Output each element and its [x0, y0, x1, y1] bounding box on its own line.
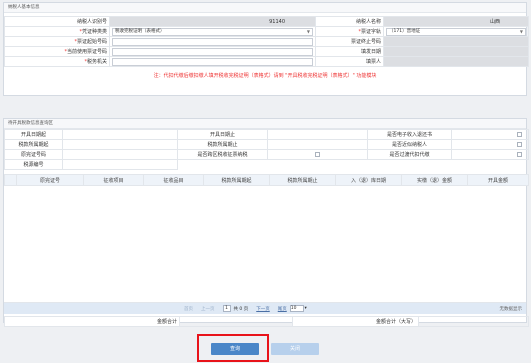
is-e-ticket-label: 是否电子收入退还书	[367, 129, 452, 140]
is-e-ticket-cell	[451, 129, 529, 140]
grid-header: 征收品目	[143, 174, 204, 186]
taxpayer-name-label: 纳税人名称	[315, 16, 384, 27]
grid-body	[4, 186, 526, 303]
grid-header-index	[4, 174, 17, 186]
voucher-type-select[interactable]: 税收完税证明（表格式） ▼	[112, 27, 313, 36]
query-empty	[178, 160, 529, 170]
tax-form-label: 税源编号	[4, 159, 63, 170]
cross-region-label: 是否跨区税收征票纳税	[177, 149, 268, 160]
current-no-cell	[109, 46, 316, 57]
open-end-input[interactable]	[267, 129, 368, 140]
start-no-cell	[109, 36, 316, 47]
is-agent-label: 是否近似纳税人	[367, 139, 452, 150]
grid-header: 实缴（退）金额	[401, 174, 468, 186]
grid-header: 入（退）库日期	[335, 174, 402, 186]
pager-no-data: 无数据显示	[499, 306, 523, 312]
is-agent-cell	[451, 139, 529, 150]
pager: 首页 上一页 1 共 0 页 下一页 尾页 10 ▾ 无数据显示	[4, 303, 526, 314]
current-no-label: *当前使用票证号码	[4, 46, 110, 57]
period-end-input[interactable]	[267, 139, 368, 150]
voucher-type-cell: 税收完税证明（表格式） ▼	[109, 26, 316, 37]
totals-table: 金额合计 金额合计（大写）	[4, 316, 529, 327]
pager-page-input[interactable]: 1	[222, 305, 231, 312]
basic-info-panel: 纳税人基本信息 纳税人识别号 91140 纳税人名称 山西 *凭证种类类 税收完…	[3, 2, 529, 96]
ticket-type-select[interactable]: （171）晋地证 ▼	[386, 27, 526, 36]
cross-region-cell	[267, 149, 368, 160]
cross-region-checkbox[interactable]	[315, 151, 320, 157]
query-title: 待开具税款信息查询区	[4, 119, 526, 129]
chevron-down-icon: ▼	[519, 28, 523, 34]
period-start-input[interactable]	[62, 139, 178, 150]
pager-next[interactable]: 下一页	[256, 306, 270, 312]
result-grid: 原完证号 征收项目 征收品目 税款所属期起 税款所属期止 入（退）库日期 实缴（…	[4, 174, 529, 186]
grid-header: 税款所属期止	[269, 174, 336, 186]
sum-value	[179, 316, 293, 327]
current-no-input[interactable]	[112, 47, 313, 56]
fill-date-value	[383, 46, 529, 57]
voucher-no-label: 原完证号码	[4, 149, 63, 160]
filler-label: 填票人	[315, 56, 384, 67]
tax-office-cell	[109, 56, 316, 67]
is-withhold-checkbox[interactable]	[517, 151, 522, 157]
voucher-no-input[interactable]	[62, 149, 178, 160]
ticket-type-label: *票证字轨	[315, 26, 384, 37]
pager-first[interactable]: 首页	[184, 306, 193, 312]
close-button[interactable]: 关闭	[271, 343, 319, 355]
tax-form-input[interactable]	[62, 159, 178, 170]
chevron-down-icon: ▼	[306, 28, 310, 34]
is-withhold-label: 是否过渡代扣代缴	[367, 149, 452, 160]
filler-value	[383, 56, 529, 67]
ticket-type-cell: （171）晋地证 ▼	[383, 26, 529, 37]
sum-upper-label: 金额合计（大写）	[292, 316, 419, 327]
pager-size-select[interactable]: 10 ▾	[289, 305, 307, 312]
notice-text: 注：代扣代缴后缴扣缴人填开税收完税证明（表格式）请到 "开具税收完税证明（表格式…	[153, 73, 377, 79]
basic-info-title: 纳税人基本信息	[4, 3, 526, 13]
taxpayer-id-value: 91140	[109, 16, 316, 27]
is-e-ticket-checkbox[interactable]	[517, 131, 522, 137]
sum-upper-value	[418, 316, 529, 327]
pager-total: 共 0 页	[233, 306, 249, 312]
pager-prev[interactable]: 上一页	[201, 306, 215, 312]
tax-office-input[interactable]	[112, 57, 313, 66]
grid-header: 开具金额	[467, 174, 529, 186]
end-no-label: 票证终止号码	[315, 36, 384, 47]
query-table: 开具日期起 开具日期止 是否电子收入退还书 税款所属期起 税款所属期止 是否近似…	[4, 129, 529, 170]
query-panel: 待开具税款信息查询区 开具日期起 开具日期止 是否电子收入退还书 税款所属期起 …	[3, 118, 529, 327]
open-start-input[interactable]	[62, 129, 178, 140]
open-start-label: 开具日期起	[4, 129, 63, 140]
grid-header: 原完证号	[16, 174, 84, 186]
highlight-box	[197, 334, 269, 362]
pager-last[interactable]: 尾页	[278, 306, 287, 312]
tax-office-label: *税务机关	[4, 56, 110, 67]
period-start-label: 税款所属期起	[4, 139, 63, 150]
start-no-input[interactable]	[112, 37, 313, 46]
fill-date-label: 填发日期	[315, 46, 384, 57]
taxpayer-name-value: 山西	[383, 16, 529, 27]
voucher-type-label: *凭证种类类	[4, 26, 110, 37]
taxpayer-id-label: 纳税人识别号	[4, 16, 110, 27]
grid-header: 征收项目	[83, 174, 144, 186]
sum-label: 金额合计	[4, 316, 180, 327]
end-no-value	[383, 36, 529, 47]
grid-header: 税款所属期起	[203, 174, 270, 186]
start-no-label: *票证起始号码	[4, 36, 110, 47]
is-agent-checkbox[interactable]	[517, 141, 522, 147]
basic-info-table: 纳税人识别号 91140 纳税人名称 山西 *凭证种类类 税收完税证明（表格式）…	[4, 16, 529, 67]
is-withhold-cell	[451, 149, 529, 160]
open-end-label: 开具日期止	[177, 129, 268, 140]
period-end-label: 税款所属期止	[177, 139, 268, 150]
